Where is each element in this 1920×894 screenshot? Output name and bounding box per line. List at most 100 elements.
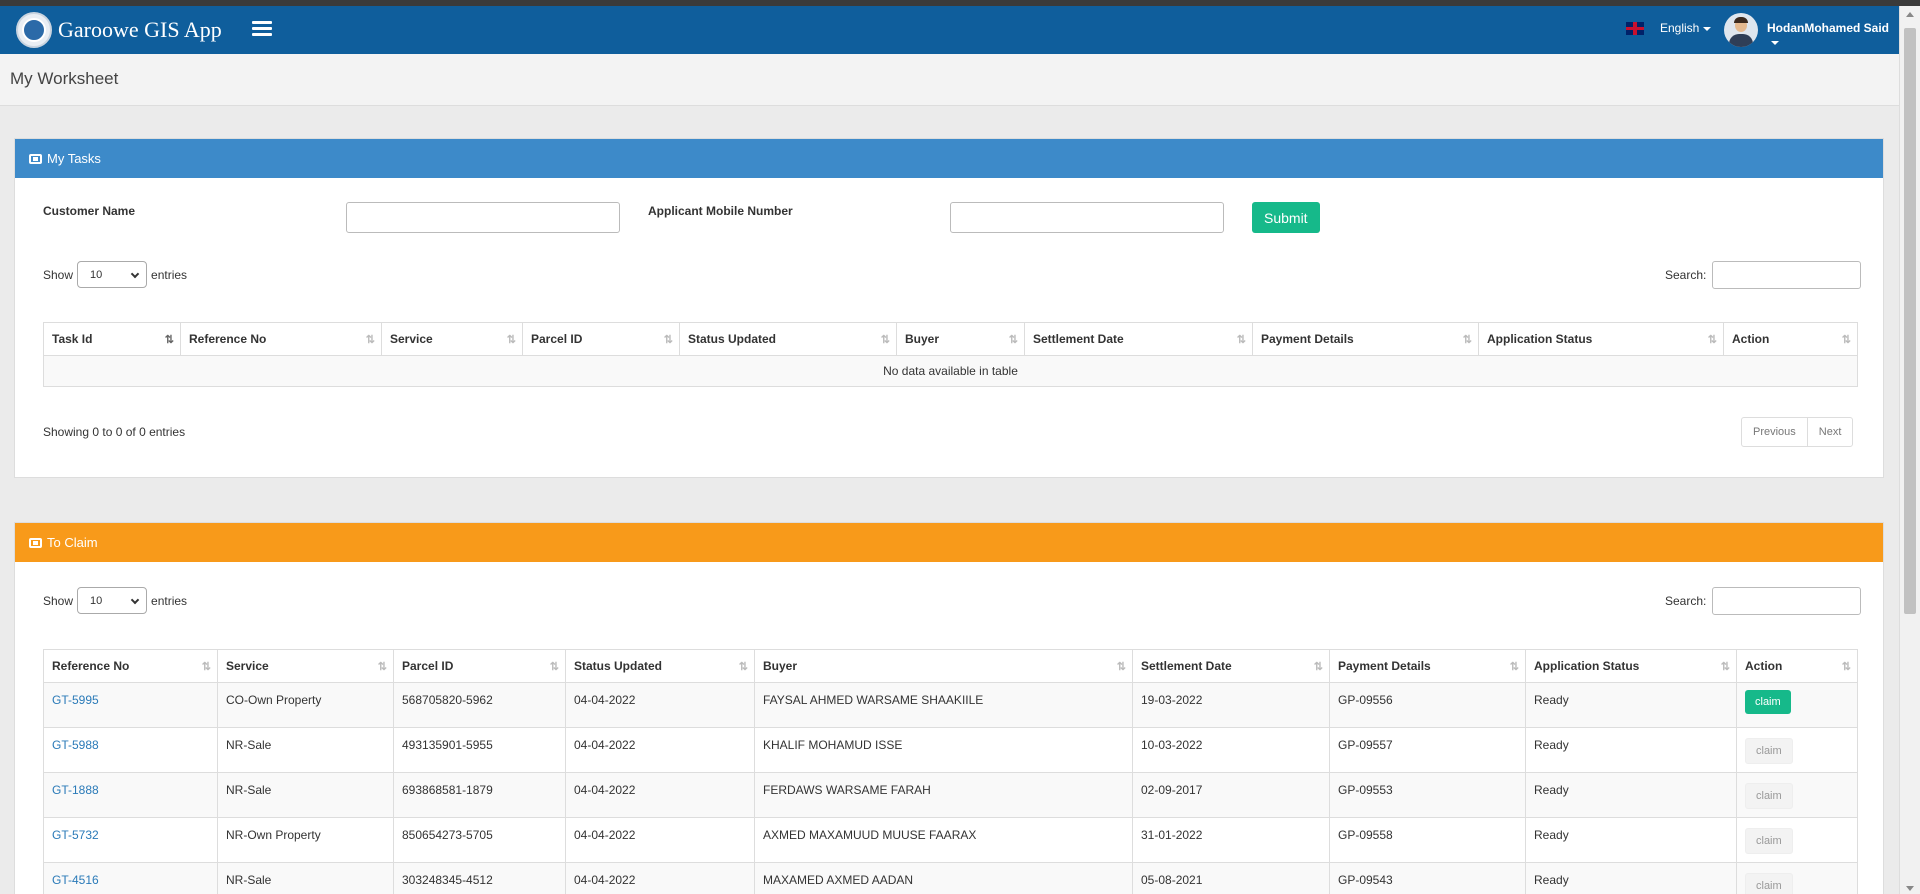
chevron-down-icon: [130, 595, 140, 605]
brand[interactable]: Garoowe GIS App: [16, 12, 222, 48]
settlement-cell: 10-03-2022: [1132, 727, 1330, 773]
user-avatar[interactable]: [1724, 13, 1758, 47]
column-header[interactable]: Parcel ID ⇅: [522, 322, 680, 356]
mobile-number-input[interactable]: [950, 202, 1224, 233]
next-button[interactable]: Next: [1806, 418, 1853, 446]
column-header[interactable]: Task Id ⇅: [43, 322, 181, 356]
tasks-icon: [29, 153, 42, 164]
payment-cell: GP-09543: [1329, 862, 1526, 894]
language-dropdown[interactable]: English: [1660, 21, 1712, 35]
column-header[interactable]: Buyer ⇅: [754, 649, 1133, 683]
sort-icon: ⇅: [1462, 334, 1472, 346]
sort-icon: ⇅: [506, 334, 516, 346]
parcel-cell: 493135901-5955: [393, 727, 566, 773]
tasks-header-row: Task Id ⇅ Reference No ⇅ Service ⇅ Parcel I…: [43, 322, 1858, 356]
claim-button[interactable]: claim: [1745, 783, 1793, 809]
column-header[interactable]: Action ⇅: [1736, 649, 1858, 683]
claim-icon: [29, 537, 42, 548]
tasks-pagination: Previous Next: [1741, 417, 1854, 447]
scroll-up-icon[interactable]: [1906, 12, 1914, 17]
sort-icon: ⇅: [1720, 661, 1730, 673]
sort-icon: ⇅: [549, 661, 559, 673]
claim-table: Reference No ⇅ Service ⇅ Parcel ID ⇅ Status…: [43, 649, 1858, 894]
service-cell: CO-Own Property: [217, 682, 394, 728]
show-label: Show: [43, 267, 74, 282]
column-header[interactable]: Payment Details ⇅: [1252, 322, 1479, 356]
entries-label: entries: [151, 593, 188, 608]
page-title: My Worksheet: [10, 69, 119, 88]
column-header[interactable]: Settlement Date ⇅: [1132, 649, 1330, 683]
table-row: GT-4516 NR-Sale 303248345-4512 04-04-202…: [43, 862, 1858, 894]
claim-search: Search:: [1665, 587, 1862, 615]
tasks-info: Showing 0 to 0 of 0 entries: [43, 425, 186, 439]
scrollbar-thumb[interactable]: [1904, 28, 1916, 614]
column-header[interactable]: Status Updated ⇅: [565, 649, 755, 683]
column-header[interactable]: Parcel ID ⇅: [393, 649, 566, 683]
claim-header-row: Reference No ⇅ Service ⇅ Parcel ID ⇅ Status…: [43, 649, 1858, 683]
vertical-scrollbar[interactable]: [1899, 6, 1920, 894]
tasks-table: Task Id ⇅ Reference No ⇅ Service ⇅ Parcel I…: [43, 322, 1858, 387]
claim-button[interactable]: claim: [1745, 690, 1791, 714]
column-header[interactable]: Buyer ⇅: [896, 322, 1025, 356]
column-header[interactable]: Reference No ⇅: [43, 649, 218, 683]
column-header[interactable]: Service ⇅: [381, 322, 523, 356]
sort-icon: ⇅: [1313, 661, 1323, 673]
claim-search-input[interactable]: [1712, 587, 1862, 615]
parcel-cell: 850654273-5705: [393, 817, 566, 863]
my-tasks-panel: My Tasks Customer Name Applicant Mobile …: [14, 138, 1884, 478]
parcel-cell: 303248345-4512: [393, 862, 566, 894]
column-header[interactable]: Status Updated ⇅: [679, 322, 897, 356]
sort-icon: ⇅: [1707, 334, 1717, 346]
chevron-down-icon: [130, 269, 140, 279]
updated-cell: 04-04-2022: [565, 682, 755, 728]
status-cell: Ready: [1525, 727, 1737, 773]
my-tasks-header: My Tasks: [15, 139, 1883, 178]
updated-cell: 04-04-2022: [565, 727, 755, 773]
to-claim-header: To Claim: [15, 523, 1883, 562]
updated-cell: 04-04-2022: [565, 772, 755, 818]
claim-button[interactable]: claim: [1745, 828, 1793, 854]
user-menu[interactable]: HodanMohamed Said: [1767, 21, 1899, 49]
column-header[interactable]: Application Status ⇅: [1478, 322, 1724, 356]
uk-flag-icon: [1626, 22, 1644, 35]
scroll-down-icon[interactable]: [1906, 886, 1914, 891]
column-header[interactable]: Payment Details ⇅: [1329, 649, 1526, 683]
customer-name-input[interactable]: [346, 202, 620, 233]
buyer-cell: KHALIF MOHAMUD ISSE: [754, 727, 1133, 773]
updated-cell: 04-04-2022: [565, 862, 755, 894]
service-cell: NR-Sale: [217, 862, 394, 894]
app-title: Garoowe GIS App: [58, 17, 222, 42]
previous-button[interactable]: Previous: [1742, 418, 1807, 446]
empty-row: No data available in table: [43, 355, 1858, 387]
reference-link[interactable]: GT-4516: [52, 873, 99, 887]
service-cell: NR-Own Property: [217, 817, 394, 863]
column-header[interactable]: Settlement Date ⇅: [1024, 322, 1253, 356]
empty-message: No data available in table: [43, 355, 1858, 387]
column-header[interactable]: Reference No ⇅: [180, 322, 382, 356]
claim-button[interactable]: claim: [1745, 873, 1793, 894]
status-cell: Ready: [1525, 817, 1737, 863]
reference-link[interactable]: GT-5995: [52, 693, 99, 707]
column-header[interactable]: Action ⇅: [1723, 322, 1858, 356]
reference-link[interactable]: GT-5732: [52, 828, 99, 842]
reference-link[interactable]: GT-5988: [52, 738, 99, 752]
tasks-entries-select[interactable]: 10: [77, 261, 148, 288]
column-header[interactable]: Application Status ⇅: [1525, 649, 1737, 683]
sort-icon: ⇅: [1509, 661, 1519, 673]
settlement-cell: 31-01-2022: [1132, 817, 1330, 863]
payment-cell: GP-09558: [1329, 817, 1526, 863]
buyer-cell: MAXAMED AXMED AADAN: [754, 862, 1133, 894]
service-cell: NR-Sale: [217, 727, 394, 773]
sort-icon: ⇅: [201, 661, 211, 673]
claim-entries-select[interactable]: 10: [77, 587, 148, 614]
hamburger-menu-icon[interactable]: [252, 21, 272, 39]
buyer-cell: AXMED MAXAMUUD MUUSE FAARAX: [754, 817, 1133, 863]
sort-icon: ⇅: [1236, 334, 1246, 346]
submit-button[interactable]: Submit: [1252, 202, 1320, 233]
claim-button[interactable]: claim: [1745, 738, 1793, 764]
column-header[interactable]: Service ⇅: [217, 649, 394, 683]
status-cell: Ready: [1525, 862, 1737, 894]
caret-down-icon: [1703, 26, 1712, 31]
reference-link[interactable]: GT-1888: [52, 783, 99, 797]
tasks-search-input[interactable]: [1712, 261, 1862, 289]
